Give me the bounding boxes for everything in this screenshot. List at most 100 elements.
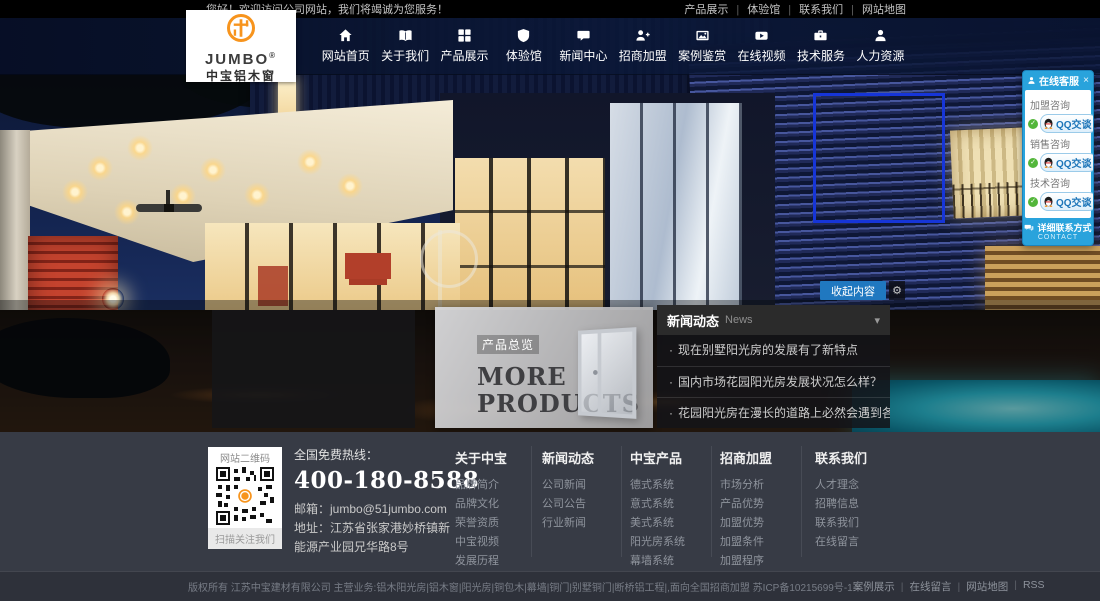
news-item[interactable]: 花园阳光房在漫长的道路上必然会遇到各种挑战 <box>657 397 890 428</box>
qq-chat-button[interactable]: QQ交谈 <box>1040 114 1094 133</box>
qr-caption[interactable]: 扫描关注我们 <box>208 528 282 549</box>
hotline-label: 全国免费热线： <box>294 446 459 463</box>
nav-item-about[interactable]: 关于我们 <box>375 18 434 74</box>
nav-item-tech-service[interactable]: 技术服务 <box>791 18 850 74</box>
footer-link[interactable]: 加盟程序 <box>720 552 804 571</box>
bottom-links: 案例展示 在线留言 网站地图 RSS <box>853 579 1045 594</box>
footer-link[interactable]: 中宝视频 <box>455 533 539 552</box>
news-list: 现在别墅阳光房的发展有了新特点 国内市场花园阳光房发展状况怎么样？ 花园阳光房在… <box>657 335 890 428</box>
hero-selection-box <box>813 93 945 223</box>
nav-item-hr[interactable]: 人力资源 <box>851 18 910 74</box>
footer-link[interactable]: 阳光房系统 <box>630 533 714 552</box>
qq-penguin-icon <box>1043 118 1054 129</box>
service-footer-sub: CONTACT <box>1023 234 1093 241</box>
footer-link[interactable]: 品牌简介 <box>455 476 539 495</box>
more-products-panel[interactable]: 产品总览 MORE PRODUCTS <box>435 307 653 428</box>
copyright-text: 版权所有 江苏中宝建材有限公司 主营业务:铝木阳光房|铝木窗|阳光房|铜包木|幕… <box>188 579 853 594</box>
main-nav: JUMBO® 中宝铝木窗 网站首页 关于我们 产品展示 体验馆 <box>0 18 1100 75</box>
footer-column-contact: 联系我们 人才理念 招聘信息 联系我们 在线留言 <box>815 448 899 552</box>
footer-link[interactable]: 在线留言 <box>815 533 899 552</box>
close-icon[interactable]: × <box>1083 76 1089 86</box>
nav-item-news[interactable]: 新闻中心 <box>554 18 613 74</box>
user-icon <box>1027 76 1036 85</box>
news-header: 新闻动态 News ▾ <box>657 305 890 335</box>
qr-code-box: 网站二维码 <box>208 447 282 549</box>
topbar: 您好！欢迎访问公司网站，我们将竭诚为您服务！ 产品展示 体验馆 联系我们 网站地… <box>0 0 1100 18</box>
footer-link[interactable]: 荣誉资质 <box>455 514 539 533</box>
nav-list: 网站首页 关于我们 产品展示 体验馆 新闻中心 <box>316 18 910 74</box>
topbar-link-sitemap[interactable]: 网站地图 <box>843 1 906 17</box>
collapse-content-button[interactable]: 收起内容 <box>820 281 886 300</box>
service-group-label: 销售咨询 <box>1030 136 1088 151</box>
chevron-down-icon[interactable]: ▾ <box>874 314 880 327</box>
footer-link[interactable]: 联系我们 <box>815 514 899 533</box>
news-item[interactable]: 现在别墅阳光房的发展有了新特点 <box>657 335 890 366</box>
footer-link[interactable]: 市场分析 <box>720 476 804 495</box>
service-header: 在线客服 × <box>1023 71 1093 90</box>
online-service-panel: 在线客服 × 加盟咨询 ✓ QQ交谈 销售咨询 ✓ QQ交谈 技术咨询 <box>1022 70 1094 246</box>
service-group-label: 加盟咨询 <box>1030 97 1088 112</box>
nav-item-home[interactable]: 网站首页 <box>316 18 375 74</box>
news-item[interactable]: 国内市场花园阳光房发展状况怎么样？ <box>657 366 890 397</box>
qr-title: 网站二维码 <box>208 447 282 467</box>
footer-link[interactable]: 美式系统 <box>630 514 714 533</box>
bottom-link-sitemap[interactable]: 网站地图 <box>951 579 1008 594</box>
service-group-row: ✓ QQ交谈 <box>1028 192 1088 211</box>
footer-divider <box>621 446 622 557</box>
logo-brand: JUMBO® <box>186 48 296 67</box>
bottom-link-cases[interactable]: 案例展示 <box>853 579 895 594</box>
nav-item-experience[interactable]: 体验馆 <box>494 18 553 74</box>
footer-divider <box>801 446 802 557</box>
footer-link[interactable]: 公司新闻 <box>542 476 626 495</box>
footer-link[interactable]: 行业新闻 <box>542 514 626 533</box>
footer-link[interactable]: 产品优势 <box>720 495 804 514</box>
bottom-link-message[interactable]: 在线留言 <box>895 579 952 594</box>
footer-link[interactable]: 人才理念 <box>815 476 899 495</box>
qq-chat-button[interactable]: QQ交谈 <box>1040 192 1094 211</box>
online-status-icon: ✓ <box>1028 197 1038 207</box>
footer-link[interactable]: 招聘信息 <box>815 495 899 514</box>
footer-link[interactable]: 加盟条件 <box>720 533 804 552</box>
service-group-row: ✓ QQ交谈 <box>1028 114 1088 133</box>
bottom-link-rss[interactable]: RSS <box>1008 579 1044 594</box>
footer-contact: 全国免费热线： 400-180-8588 邮箱：jumbo@51jumbo.co… <box>294 446 459 586</box>
footer-column-products: 中宝产品 德式系统 意式系统 美式系统 阳光房系统 幕墙系统 断桥铝系统 <box>630 448 714 590</box>
service-title: 在线客服 <box>1039 73 1079 88</box>
service-footer-label: 详细联系方式 <box>1037 221 1091 234</box>
briefcase-icon <box>813 28 828 43</box>
logo-subtitle: 中宝铝木窗 <box>186 67 296 84</box>
topbar-link-experience[interactable]: 体验馆 <box>728 1 780 17</box>
service-contact-footer[interactable]: 详细联系方式 CONTACT <box>1023 218 1093 245</box>
footer-link[interactable]: 幕墙系统 <box>630 552 714 571</box>
logo-emblem-icon <box>226 13 256 43</box>
qq-chat-button[interactable]: QQ交谈 <box>1040 153 1094 172</box>
nav-item-products[interactable]: 产品展示 <box>435 18 494 74</box>
qq-penguin-icon <box>1043 196 1054 207</box>
footer-link[interactable]: 品牌文化 <box>455 495 539 514</box>
nav-item-cases[interactable]: 案例鉴赏 <box>672 18 731 74</box>
nav-item-videos[interactable]: 在线视频 <box>732 18 791 74</box>
gear-icon[interactable]: ⚙ <box>889 281 905 300</box>
topbar-link-contact[interactable]: 联系我们 <box>780 1 843 17</box>
footer-link[interactable]: 意式系统 <box>630 495 714 514</box>
online-status-icon: ✓ <box>1028 119 1038 129</box>
footer-link[interactable]: 德式系统 <box>630 476 714 495</box>
news-title: 新闻动态 <box>667 311 719 330</box>
service-body: 加盟咨询 ✓ QQ交谈 销售咨询 ✓ QQ交谈 技术咨询 ✓ <box>1025 90 1091 218</box>
nav-item-franchise[interactable]: 招商加盟 <box>613 18 672 74</box>
chat-icon <box>576 28 591 43</box>
footer-link[interactable]: 发展历程 <box>455 552 539 571</box>
user-icon <box>873 28 888 43</box>
footer-link[interactable]: 公司公告 <box>542 495 626 514</box>
contact-email: 邮箱：jumbo@51jumbo.com <box>294 500 459 519</box>
video-icon <box>754 28 769 43</box>
topbar-links: 产品展示 体验馆 联系我们 网站地图 <box>684 1 906 17</box>
chat-bubbles-icon <box>1024 223 1034 233</box>
hero-spiral-stair <box>420 230 478 288</box>
logo[interactable]: JUMBO® 中宝铝木窗 <box>186 10 296 82</box>
hero-ceiling-fan <box>136 204 202 212</box>
topbar-link-products[interactable]: 产品展示 <box>684 1 728 17</box>
hero-dark-panel <box>212 310 415 428</box>
footer-link[interactable]: 加盟优势 <box>720 514 804 533</box>
products-tag: 产品总览 <box>477 335 539 354</box>
